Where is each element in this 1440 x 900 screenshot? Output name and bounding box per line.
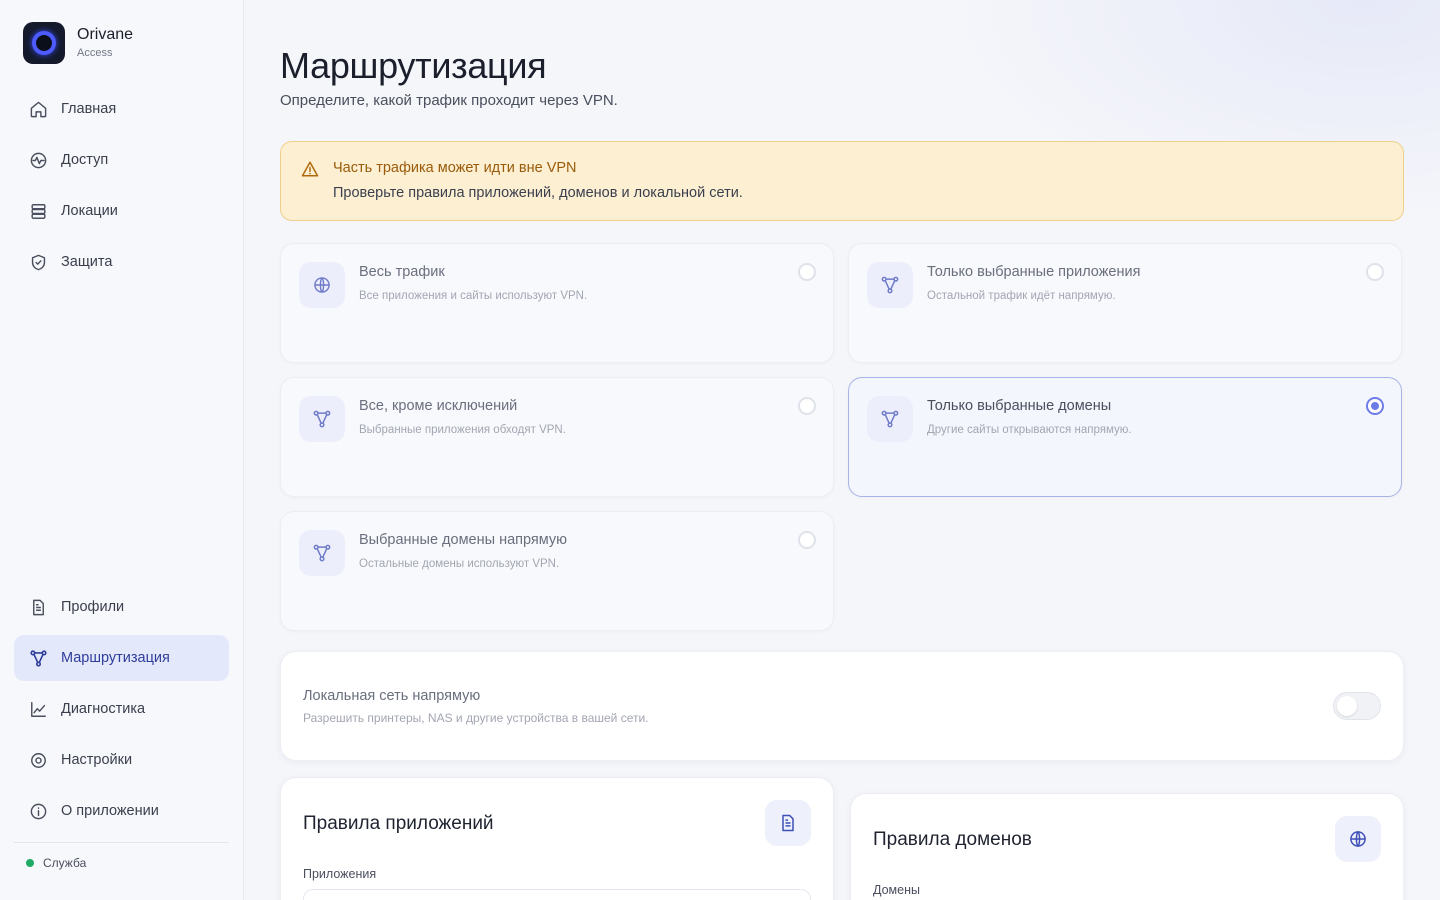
mode-icon	[867, 396, 913, 442]
sidebar-divider	[14, 842, 229, 843]
mode-radio[interactable]	[1366, 263, 1384, 281]
sidebar-item-label: Маршрутизация	[61, 650, 170, 666]
lan-direct-card: Локальная сеть напрямую Разрешить принте…	[280, 651, 1404, 761]
mode-radio[interactable]	[798, 263, 816, 281]
sidebar-item-protection[interactable]: Защита	[14, 239, 229, 285]
app-rules-card: Правила приложений Приложения	[280, 777, 834, 900]
sidebar-item-settings[interactable]: Настройки	[14, 737, 229, 783]
sidebar-nav-bottom: Профили Маршрутизация Диагностика Настро…	[14, 584, 229, 839]
routing-icon	[313, 544, 331, 562]
service-status: Служба	[26, 856, 86, 870]
domain-rules-title: Правила доменов	[873, 829, 1032, 850]
lan-desc: Разрешить принтеры, NAS и другие устройс…	[303, 711, 649, 725]
sidebar-item-label: Диагностика	[61, 701, 146, 717]
mode-title: Только выбранные домены	[927, 398, 1112, 414]
server-icon	[31, 203, 46, 219]
mode-card-all-traffic[interactable]: Весь трафик Все приложения и сайты испол…	[280, 243, 834, 363]
globe-icon	[1350, 831, 1366, 847]
domain-rules-label: Домены	[873, 883, 920, 897]
mode-title: Только выбранные приложения	[927, 264, 1141, 280]
mode-title: Весь трафик	[359, 264, 445, 280]
mode-card-selected-apps[interactable]: Только выбранные приложения Остальной тр…	[848, 243, 1402, 363]
lan-title: Локальная сеть напрямую	[303, 688, 481, 704]
activity-icon	[30, 152, 47, 168]
mode-radio[interactable]	[798, 397, 816, 415]
domain-rules-button[interactable]	[1335, 816, 1381, 862]
page-title: Маршрутизация	[280, 45, 547, 86]
shield-icon	[31, 254, 46, 270]
mode-icon	[299, 396, 345, 442]
sidebar-item-label: Локации	[61, 203, 118, 219]
sidebar-item-home[interactable]: Главная	[14, 86, 229, 132]
sidebar-item-label: Главная	[61, 101, 117, 117]
warning-icon	[301, 161, 319, 177]
lan-toggle[interactable]	[1333, 692, 1381, 720]
app-name: Orivane	[77, 26, 134, 43]
info-icon	[30, 803, 47, 819]
routing-icon	[881, 410, 899, 428]
mode-icon	[867, 262, 913, 308]
domain-rules-card: Правила доменов Домены	[850, 793, 1404, 900]
routing-icon	[30, 649, 47, 667]
sidebar-item-locations[interactable]: Локации	[14, 188, 229, 234]
sidebar-item-label: Доступ	[61, 152, 109, 168]
page-subtitle: Определите, какой трафик проходит через …	[280, 92, 618, 109]
app-rules-button[interactable]	[765, 800, 811, 846]
document-icon	[782, 814, 794, 832]
warning-alert: Часть трафика может идти вне VPN Проверь…	[280, 141, 1404, 221]
mode-title: Выбранные домены напрямую	[359, 532, 568, 548]
app-rules-input[interactable]	[303, 889, 811, 900]
sidebar-item-label: Защита	[61, 254, 113, 270]
app-edition: Access	[77, 47, 113, 59]
app-rules-title: Правила приложений	[303, 813, 494, 834]
mode-desc: Остальной трафик идёт напрямую.	[927, 290, 1116, 302]
sidebar-item-label: О приложении	[61, 803, 159, 819]
mode-icon	[299, 530, 345, 576]
main-content: Маршрутизация Определите, какой трафик п…	[244, 0, 1440, 900]
globe-icon	[314, 277, 330, 293]
toggle-knob	[1337, 696, 1357, 716]
brand: Orivane Access	[23, 22, 133, 64]
sidebar: Orivane Access Главная Доступ Локации За…	[0, 0, 244, 900]
sidebar-item-label: Настройки	[61, 752, 133, 768]
home-icon	[30, 101, 47, 117]
document-icon	[33, 599, 44, 615]
app-logo	[23, 22, 65, 64]
sidebar-item-label: Профили	[61, 599, 125, 615]
mode-title: Все, кроме исключений	[359, 398, 518, 414]
sidebar-item-profiles[interactable]: Профили	[14, 584, 229, 630]
chart-icon	[31, 701, 46, 717]
mode-card-all-except[interactable]: Все, кроме исключений Выбранные приложен…	[280, 377, 834, 497]
mode-desc: Другие сайты открываются напрямую.	[927, 424, 1132, 436]
sidebar-item-access[interactable]: Доступ	[14, 137, 229, 183]
mode-radio-checked[interactable]	[1366, 397, 1384, 415]
sidebar-item-diagnostics[interactable]: Диагностика	[14, 686, 229, 732]
gear-icon	[31, 752, 46, 768]
mode-radio[interactable]	[798, 531, 816, 549]
service-label: Служба	[43, 856, 87, 870]
mode-desc: Остальные домены используют VPN.	[359, 558, 560, 570]
status-dot	[26, 859, 34, 867]
mode-icon	[299, 262, 345, 308]
app-rules-label: Приложения	[303, 867, 377, 881]
mode-desc: Все приложения и сайты используют VPN.	[359, 290, 588, 302]
mode-card-domains-direct[interactable]: Выбранные домены напрямую Остальные доме…	[280, 511, 834, 631]
alert-title: Часть трафика может идти вне VPN	[333, 160, 577, 176]
sidebar-item-about[interactable]: О приложении	[14, 788, 229, 834]
alert-text: Проверьте правила приложений, доменов и …	[333, 185, 743, 201]
routing-icon	[313, 410, 331, 428]
sidebar-item-routing[interactable]: Маршрутизация	[14, 635, 229, 681]
mode-card-selected-domains[interactable]: Только выбранные домены Другие сайты отк…	[848, 377, 1402, 497]
mode-desc: Выбранные приложения обходят VPN.	[359, 424, 566, 436]
sidebar-nav-top: Главная Доступ Локации Защита	[14, 86, 229, 290]
routing-icon	[881, 276, 899, 294]
